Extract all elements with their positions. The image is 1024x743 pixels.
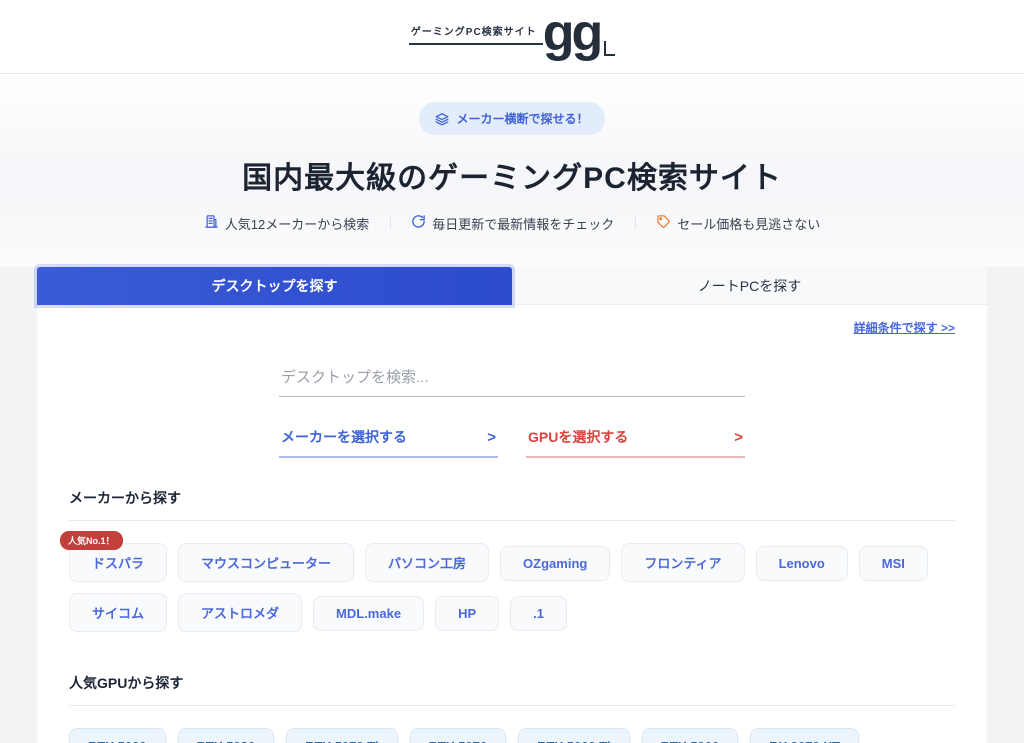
feature-item: 人気12メーカーから検索 xyxy=(204,214,369,233)
gpu-chip[interactable]: RTX 5060 Ti xyxy=(518,728,629,743)
feature-item: セール価格も見逃さない xyxy=(656,214,820,233)
gpu-section: 人気GPUから探す RTX 5090RTX 5080RTX 5070 TiRTX… xyxy=(69,673,955,743)
feature-list: 人気12メーカーから検索 ｜ 毎日更新で最新情報をチェック ｜ セール価格も見逃さない xyxy=(0,213,1024,233)
maker-select[interactable]: メーカーを選択する > xyxy=(279,419,498,458)
gpu-chip[interactable]: RX 9070 XT xyxy=(750,728,859,743)
maker-select-arrow-icon: > xyxy=(487,429,496,446)
feature-label: セール価格も見逃さない xyxy=(677,214,820,233)
maker-chip[interactable]: サイコム xyxy=(69,593,167,632)
logo-tagline: ゲーミングPC検索サイト xyxy=(409,23,543,45)
gpu-chip[interactable]: RTX 5070 xyxy=(410,728,507,743)
tag-icon xyxy=(656,214,671,232)
refresh-icon xyxy=(411,214,426,232)
maker-chip-holder: 人気No.1！ドスパラ xyxy=(69,543,178,593)
feature-separator: ｜ xyxy=(628,213,642,233)
tab-notebook[interactable]: ノートPCを探す xyxy=(512,267,987,305)
maker-chip[interactable]: マウスコンピューター xyxy=(178,543,354,582)
tab-bar: デスクトップを探すノートPCを探す xyxy=(37,267,987,305)
desktop-search-input[interactable] xyxy=(279,363,745,397)
advanced-search-link[interactable]: 詳細条件で探す >> xyxy=(854,321,955,335)
page-title: 国内最大級のゲーミングPC検索サイト xyxy=(0,153,1024,197)
gpu-select[interactable]: GPUを選択する > xyxy=(526,419,745,458)
maker-chip[interactable]: .1 xyxy=(510,596,567,631)
maker-chip[interactable]: MSI xyxy=(859,546,928,581)
gpu-chip[interactable]: RTX 5080 xyxy=(178,728,275,743)
feature-separator: ｜ xyxy=(383,213,397,233)
tab-desktop[interactable]: デスクトップを探す xyxy=(37,267,512,305)
feature-label: 毎日更新で最新情報をチェック xyxy=(432,214,614,233)
site-header: ゲーミングPC検索サイト gg xyxy=(0,0,1024,74)
maker-chip[interactable]: MDL.make xyxy=(313,596,424,631)
feature-label: 人気12メーカーから検索 xyxy=(225,214,369,233)
site-logo[interactable]: ゲーミングPC検索サイト gg xyxy=(409,15,615,58)
feature-item: 毎日更新で最新情報をチェック xyxy=(411,214,614,233)
maker-chip[interactable]: OZgaming xyxy=(500,546,610,581)
maker-chip[interactable]: アストロメダ xyxy=(178,593,302,632)
logo-corner-mark-icon xyxy=(604,41,615,56)
search-card: デスクトップを探すノートPCを探す 詳細条件で探す >> メーカーを選択する >… xyxy=(37,267,987,743)
gpu-chip-list: RTX 5090 RTX 5080 RTX 5070 Ti RTX 5070 RTX 5… xyxy=(69,728,955,743)
desktop-search-panel: 詳細条件で探す >> メーカーを選択する > GPUを選択する > メーカーから… xyxy=(37,305,987,743)
gpu-chip[interactable]: RTX 5070 Ti xyxy=(286,728,397,743)
gpu-chip[interactable]: RTX 5090 xyxy=(69,728,166,743)
popularity-no1-badge: 人気No.1！ xyxy=(60,531,123,550)
gpu-chip[interactable]: RTX 5060 xyxy=(642,728,739,743)
maker-chip[interactable]: Lenovo xyxy=(756,546,848,581)
gpu-select-arrow-icon: > xyxy=(734,429,743,446)
divider xyxy=(69,520,955,521)
logo-text: gg xyxy=(543,15,601,52)
gpu-section-title: 人気GPUから探す xyxy=(69,673,955,693)
maker-chip[interactable]: HP xyxy=(435,596,499,631)
layers-icon xyxy=(435,112,449,126)
maker-chip[interactable]: フロンティア xyxy=(621,543,744,582)
gpu-select-label: GPUを選択する xyxy=(528,427,628,447)
maker-section-title: メーカーから探す xyxy=(69,488,955,508)
select-row: メーカーを選択する > GPUを選択する > xyxy=(279,419,745,458)
building-icon xyxy=(204,214,219,232)
maker-select-label: メーカーを選択する xyxy=(281,427,407,447)
maker-chip-list: 人気No.1！ドスパラマウスコンピューターパソコン工房 OZgaming フロンティ… xyxy=(69,543,955,643)
cross-maker-badge-label: メーカー横断で探せる！ xyxy=(456,110,588,127)
cross-maker-badge: メーカー横断で探せる！ xyxy=(419,102,604,135)
maker-section: メーカーから探す 人気No.1！ドスパラマウスコンピューターパソコン工房 OZga… xyxy=(69,488,955,643)
maker-chip[interactable]: パソコン工房 xyxy=(365,543,489,582)
divider xyxy=(69,705,955,706)
hero-section: メーカー横断で探せる！ 国内最大級のゲーミングPC検索サイト 人気12メーカーか… xyxy=(0,74,1024,267)
